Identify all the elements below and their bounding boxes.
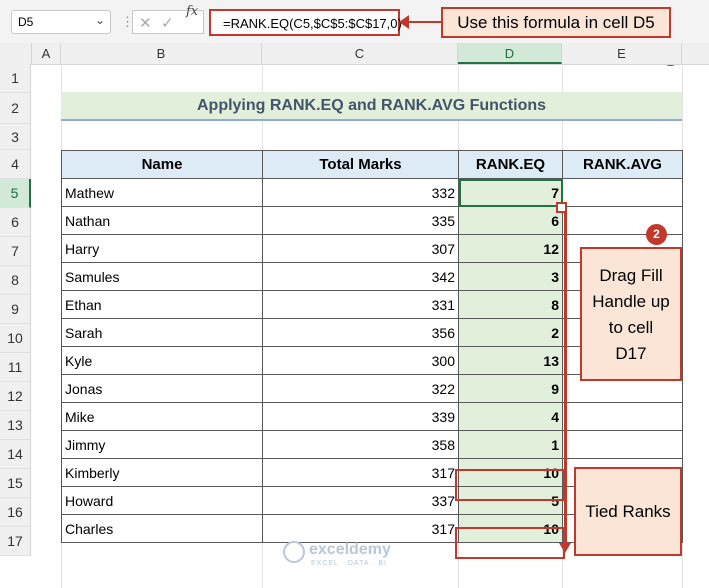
table-row: Nathan 335 6 bbox=[61, 206, 683, 235]
rank-eq-cell[interactable]: 13 bbox=[458, 346, 563, 375]
rank-avg-cell[interactable] bbox=[562, 430, 683, 459]
watermark-tagline: EXCEL · DATA · BI bbox=[311, 560, 387, 567]
row-header-10[interactable]: 10 bbox=[0, 324, 31, 353]
total-marks-cell[interactable]: 331 bbox=[262, 290, 459, 319]
rank-eq-cell[interactable]: 9 bbox=[458, 374, 563, 403]
rank-eq-cell[interactable]: 2 bbox=[458, 318, 563, 347]
header-rank-eq[interactable]: RANK.EQ bbox=[458, 150, 563, 179]
step-badge-2: 2 bbox=[646, 224, 667, 245]
rank-avg-cell[interactable] bbox=[562, 402, 683, 431]
total-marks-cell[interactable]: 339 bbox=[262, 402, 459, 431]
cancel-icon[interactable]: ✕ bbox=[139, 14, 152, 32]
header-rank-avg[interactable]: RANK.AVG bbox=[562, 150, 683, 179]
name-cell[interactable]: Charles bbox=[61, 514, 263, 543]
row-header-6[interactable]: 6 bbox=[0, 208, 31, 237]
name-box[interactable]: D5 ⌄ bbox=[11, 10, 111, 34]
row-header-11[interactable]: 11 bbox=[0, 353, 31, 382]
tied-rank-highlight bbox=[455, 469, 565, 501]
total-marks-cell[interactable]: 332 bbox=[262, 178, 459, 207]
total-marks-cell[interactable]: 342 bbox=[262, 262, 459, 291]
total-marks-cell[interactable]: 317 bbox=[262, 458, 459, 487]
table-row: Mathew 332 7 bbox=[61, 178, 683, 207]
chevron-down-icon[interactable]: ⌄ bbox=[95, 13, 105, 27]
name-cell[interactable]: Nathan bbox=[61, 206, 263, 235]
total-marks-cell[interactable]: 358 bbox=[262, 430, 459, 459]
name-cell[interactable]: Mathew bbox=[61, 178, 263, 207]
sheet-title-band: Applying RANK.EQ and RANK.AVG Functions bbox=[61, 92, 682, 121]
tied-ranks-callout: Tied Ranks bbox=[574, 467, 682, 556]
table-header-row: Name Total Marks RANK.EQ RANK.AVG bbox=[61, 150, 683, 179]
name-cell[interactable]: Samules bbox=[61, 262, 263, 291]
column-header-e[interactable]: E bbox=[562, 43, 682, 64]
row-header-3[interactable]: 3 bbox=[0, 124, 31, 150]
total-marks-cell[interactable]: 307 bbox=[262, 234, 459, 263]
column-header-b[interactable]: B bbox=[61, 43, 262, 64]
total-marks-cell[interactable]: 317 bbox=[262, 514, 459, 543]
row-header-2[interactable]: 2 bbox=[0, 93, 31, 124]
name-cell[interactable]: Howard bbox=[61, 486, 263, 515]
table-row: Jimmy 358 1 bbox=[61, 430, 683, 459]
rank-eq-cell[interactable]: 8 bbox=[458, 290, 563, 319]
rank-eq-cell[interactable]: 1 bbox=[458, 430, 563, 459]
formula-input[interactable]: =RANK.EQ(C5,$C$5:$C$17,0) bbox=[209, 9, 402, 36]
formula-text: =RANK.EQ(C5,$C$5:$C$17,0) bbox=[223, 16, 402, 31]
drag-callout-line: Handle up bbox=[592, 292, 670, 311]
formula-arrow-head bbox=[399, 15, 409, 29]
name-cell[interactable]: Mike bbox=[61, 402, 263, 431]
column-header-a[interactable]: A bbox=[32, 43, 61, 64]
select-all-corner[interactable] bbox=[0, 43, 32, 64]
row-header-4[interactable]: 4 bbox=[0, 150, 31, 179]
drag-callout-line: to cell bbox=[608, 318, 654, 337]
insert-function-icon[interactable]: fx bbox=[186, 4, 198, 19]
row-header-1[interactable]: 1 bbox=[0, 64, 31, 93]
row-header-7[interactable]: 7 bbox=[0, 237, 31, 266]
header-name[interactable]: Name bbox=[61, 150, 263, 179]
watermark-name: exceldemy bbox=[309, 541, 391, 558]
rank-eq-cell[interactable]: 7 bbox=[458, 178, 563, 207]
enter-icon[interactable]: ✓ bbox=[161, 14, 174, 32]
name-cell[interactable]: Sarah bbox=[61, 318, 263, 347]
name-cell[interactable]: Jonas bbox=[61, 374, 263, 403]
total-marks-cell[interactable]: 337 bbox=[262, 486, 459, 515]
rank-eq-cell[interactable]: 12 bbox=[458, 234, 563, 263]
row-header-9[interactable]: 9 bbox=[0, 295, 31, 324]
row-header-5[interactable]: 5 bbox=[0, 179, 31, 208]
fill-handle[interactable] bbox=[556, 202, 567, 213]
sheet-title: Applying RANK.EQ and RANK.AVG Functions bbox=[196, 97, 547, 114]
row-header-17[interactable]: 17 bbox=[0, 527, 31, 556]
name-cell[interactable]: Jimmy bbox=[61, 430, 263, 459]
total-marks-cell[interactable]: 356 bbox=[262, 318, 459, 347]
row-header-12[interactable]: 12 bbox=[0, 382, 31, 411]
total-marks-cell[interactable]: 335 bbox=[262, 206, 459, 235]
row-header-15[interactable]: 15 bbox=[0, 469, 31, 498]
drag-callout: Drag Fill Handle up to cell D17 bbox=[580, 247, 682, 381]
name-box-value: D5 bbox=[18, 15, 34, 29]
row-header-16[interactable]: 16 bbox=[0, 498, 31, 527]
rank-avg-cell[interactable] bbox=[562, 178, 683, 207]
name-cell[interactable]: Harry bbox=[61, 234, 263, 263]
rank-eq-cell[interactable]: 4 bbox=[458, 402, 563, 431]
exceldemy-logo-icon bbox=[283, 541, 305, 563]
rank-eq-cell[interactable]: 3 bbox=[458, 262, 563, 291]
total-marks-cell[interactable]: 322 bbox=[262, 374, 459, 403]
rank-eq-cell[interactable]: 6 bbox=[458, 206, 563, 235]
table-row: Mike 339 4 bbox=[61, 402, 683, 431]
drag-callout-line: Drag Fill bbox=[599, 266, 663, 285]
column-header-d[interactable]: D bbox=[458, 43, 562, 64]
column-header-c[interactable]: C bbox=[262, 43, 458, 64]
row-header-8[interactable]: 8 bbox=[0, 266, 31, 295]
row-header-14[interactable]: 14 bbox=[0, 440, 31, 469]
row-header-13[interactable]: 13 bbox=[0, 411, 31, 440]
name-cell[interactable]: Kyle bbox=[61, 346, 263, 375]
header-total-marks[interactable]: Total Marks bbox=[262, 150, 459, 179]
name-cell[interactable]: Kimberly bbox=[61, 458, 263, 487]
total-marks-cell[interactable]: 300 bbox=[262, 346, 459, 375]
tied-rank-highlight bbox=[455, 527, 565, 559]
name-cell[interactable]: Ethan bbox=[61, 290, 263, 319]
formula-callout: Use this formula in cell D5 bbox=[441, 7, 671, 38]
drag-callout-line: D17 bbox=[615, 344, 647, 363]
